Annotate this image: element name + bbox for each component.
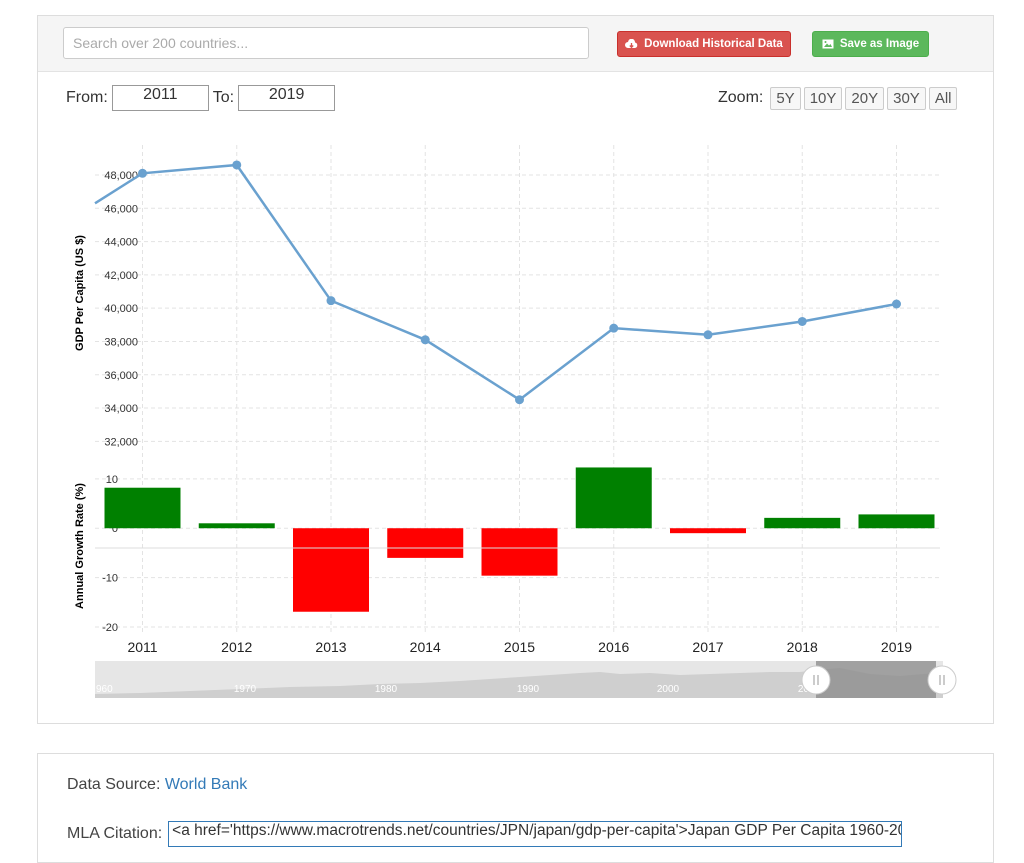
navigator[interactable]: 96019701980199020002010 [95,661,957,698]
citation-field[interactable]: <a href='https://www.macrotrends.net/cou… [168,821,903,847]
gdp-tick-label: 46,000 [104,203,138,215]
gdp-point-2011[interactable] [138,168,147,178]
gdp-tick-label: 38,000 [104,336,138,348]
data-source-label: Data Source: [67,776,161,793]
growth-bar-2019 [858,514,935,529]
gdp-tick-label: 34,000 [104,403,138,415]
navigator-left-handle[interactable] [801,665,831,695]
x-axis-label-2011: 2011 [127,639,157,655]
x-axis-label-2016: 2016 [598,639,629,655]
x-axis-label-2012: 2012 [221,639,252,655]
growth-tick-label: -20 [102,622,118,634]
gdp-point-2018[interactable] [797,316,807,326]
navigator-selected-range [816,661,936,698]
gdp-tick-label: 32,000 [104,436,138,448]
citation-line: MLA Citation: <a href='https://www.macro… [67,821,903,847]
navigator-label-2000: 2000 [657,684,680,695]
gdp-tick-label: 44,000 [104,237,138,249]
growth-bar-2015 [481,528,558,576]
growth-bar-2011 [104,487,181,529]
growth-bar-2017 [670,528,746,534]
growth-tick-label: -10 [102,573,118,585]
x-axis-label-2013: 2013 [315,639,346,655]
growth-axis-title: Annual Growth Rate (%) [74,483,86,609]
navigator-label-1970: 1970 [234,684,257,695]
x-axis-label-2019: 2019 [881,639,912,655]
navigator-right-handle[interactable] [927,665,957,695]
gdp-point-2019[interactable] [892,299,901,309]
growth-bar-2014 [387,528,464,558]
x-axis-label-2015: 2015 [504,639,535,655]
gdp-point-2015[interactable] [515,395,524,405]
gdp-point-2014[interactable] [420,335,430,345]
gdp-tick-label: 40,000 [104,303,138,315]
gdp-tick-label: 36,000 [104,370,138,382]
growth-bar-2018 [764,517,841,529]
gdp-point-2012[interactable] [232,160,242,170]
growth-bar-2012 [198,523,275,529]
x-axis-label-2014: 2014 [410,639,441,655]
navigator-label-1990: 1990 [517,684,540,695]
gdp-tick-label: 42,000 [104,270,138,282]
x-axis-label-2018: 2018 [787,639,818,655]
gdp-point-2017[interactable] [703,330,713,340]
navigator-label-1960: 960 [96,684,113,695]
growth-bar-2013 [293,528,369,612]
gdp-point-2013[interactable] [326,296,336,306]
gdp-axis-title: GDP Per Capita (US $) [74,235,86,351]
navigator-label-1980: 1980 [375,684,398,695]
gdp-point-2016[interactable] [609,323,619,333]
citation-label: MLA Citation: [67,825,163,842]
growth-tick-label: 10 [106,474,118,486]
data-source-line: Data Source: World Bank [67,776,247,794]
x-axis-label-2017: 2017 [692,639,723,655]
gdp-series-line [94,163,897,402]
growth-bar-2016 [575,467,652,529]
gdp-chart: 48,00046,00044,00042,00040,00038,00036,0… [74,145,957,698]
world-bank-link[interactable]: World Bank [165,776,247,793]
data-source-panel: Data Source: World Bank MLA Citation: <a… [37,753,994,863]
